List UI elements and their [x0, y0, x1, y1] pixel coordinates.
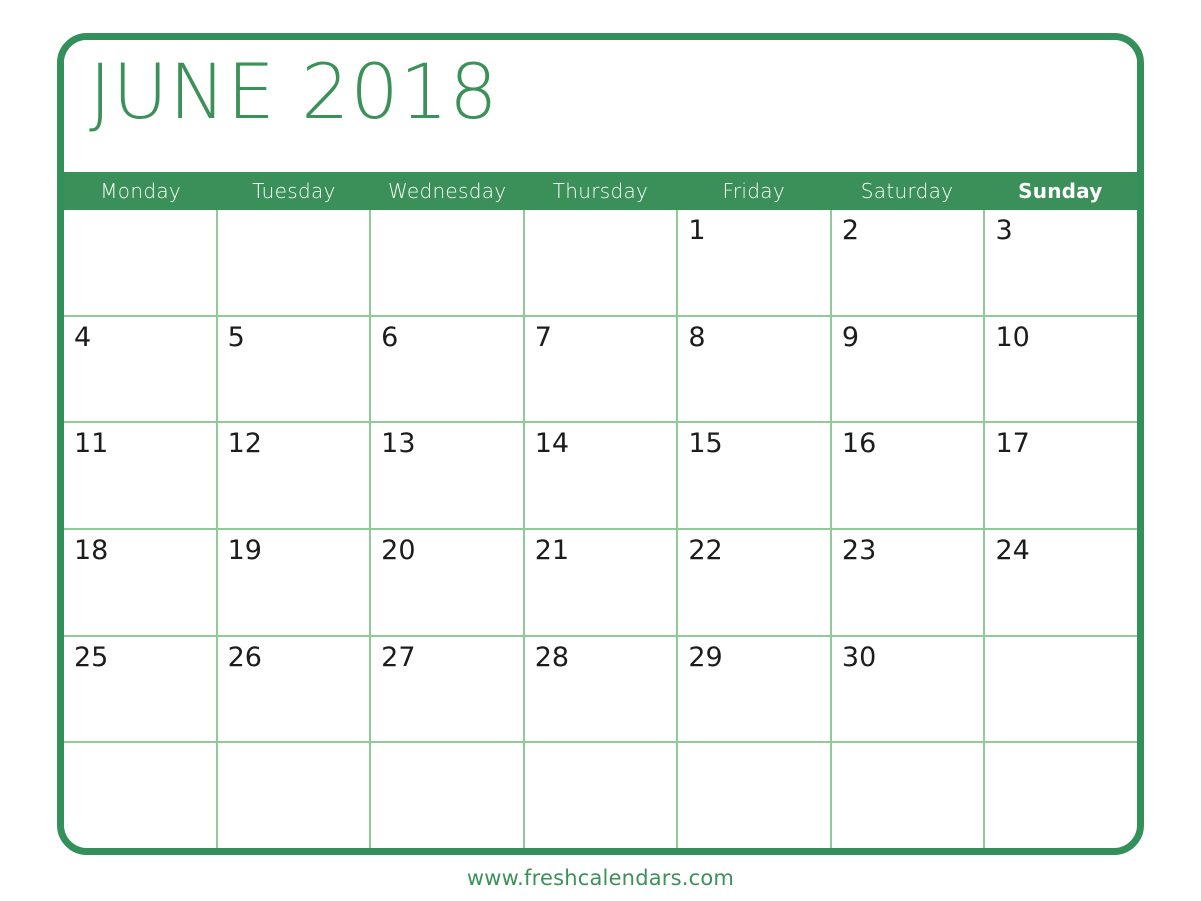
- day-number: 20: [381, 535, 416, 567]
- day-cell-empty[interactable]: [215, 210, 370, 315]
- day-cell[interactable]: 7: [522, 316, 677, 422]
- day-number: 21: [534, 535, 570, 567]
- day-cell[interactable]: 14: [522, 423, 677, 529]
- calendar-week-row: [64, 741, 1137, 848]
- day-number: 7: [534, 321, 552, 353]
- day-cell[interactable]: 17: [983, 423, 1137, 529]
- day-cell[interactable]: 6: [369, 316, 523, 422]
- day-cell[interactable]: 29: [676, 636, 830, 742]
- day-cell-empty[interactable]: [64, 210, 216, 315]
- day-number: 30: [841, 641, 877, 673]
- day-cell-empty[interactable]: [829, 743, 984, 848]
- footer-website[interactable]: www.freshcalendars.com: [0, 866, 1201, 890]
- day-cell[interactable]: 1: [676, 210, 830, 315]
- day-number: 11: [74, 428, 109, 460]
- calendar-week-row: 11 12 13 14 15 16 17: [64, 421, 1137, 529]
- weekday-header-row: Monday Tuesday Wednesday Thursday Friday Satu…: [64, 172, 1137, 210]
- calendar-frame: JUNE 2018 Monday Tuesday Wednesday Thursday…: [57, 33, 1144, 855]
- day-number: 23: [841, 535, 877, 567]
- month-year-title: JUNE 2018: [89, 47, 499, 136]
- weekday-header-thursday: Thursday: [552, 179, 649, 203]
- day-number: 10: [995, 321, 1030, 353]
- day-number: 18: [74, 535, 109, 567]
- calendar-title-band: JUNE 2018: [64, 40, 1137, 172]
- day-number: 3: [995, 215, 1013, 246]
- day-cell-empty[interactable]: [369, 743, 523, 848]
- day-cell[interactable]: 26: [215, 636, 370, 742]
- day-cell[interactable]: 21: [522, 530, 677, 635]
- day-number: 17: [995, 428, 1030, 460]
- day-number: 25: [74, 641, 109, 673]
- day-cell[interactable]: 16: [829, 423, 984, 529]
- day-number: 6: [381, 321, 399, 353]
- day-cell[interactable]: 5: [215, 316, 370, 422]
- calendar-week-row: 1 2 3: [64, 210, 1137, 315]
- day-cell-empty[interactable]: [522, 743, 677, 848]
- day-cell-empty[interactable]: [64, 743, 216, 848]
- day-cell[interactable]: 22: [676, 530, 830, 635]
- day-number: 14: [534, 428, 570, 460]
- day-number: 15: [688, 428, 723, 460]
- day-number: 2: [841, 215, 860, 246]
- calendar-week-row: 4 5 6 7 8 9 10: [64, 314, 1137, 422]
- weekday-header-saturday: Saturday: [860, 179, 954, 203]
- day-number: 26: [227, 641, 262, 673]
- day-number: 24: [995, 535, 1030, 567]
- weekday-header-sunday: Sunday: [1018, 179, 1103, 203]
- day-number: 29: [688, 641, 723, 673]
- day-number: 5: [227, 321, 245, 353]
- calendar-week-row: 18 19 20 21 22 23 24: [64, 528, 1137, 635]
- day-number: 19: [227, 535, 262, 567]
- day-cell[interactable]: 4: [64, 317, 216, 422]
- day-number: 28: [534, 641, 570, 673]
- day-number: 1: [688, 215, 706, 246]
- date-grid: 1 2 3 4 5 6 7 8 9 10 11 12 13 14 15 16 17 18 19 20 21 22 23 24 2…: [64, 210, 1137, 848]
- weekday-header-monday: Monday: [100, 179, 182, 203]
- day-cell[interactable]: 30: [829, 636, 984, 742]
- day-cell[interactable]: 3: [983, 210, 1137, 315]
- day-number: 13: [381, 428, 416, 460]
- day-cell-empty[interactable]: [676, 743, 830, 848]
- day-cell-empty[interactable]: [215, 743, 370, 848]
- day-cell[interactable]: 8: [676, 316, 830, 422]
- day-cell-empty[interactable]: [522, 210, 677, 315]
- day-cell[interactable]: 24: [983, 530, 1137, 635]
- day-number: 27: [381, 641, 416, 673]
- weekday-header-wednesday: Wednesday: [387, 179, 507, 203]
- weekday-header-tuesday: Tuesday: [252, 179, 336, 203]
- day-cell[interactable]: 11: [64, 423, 216, 528]
- day-cell[interactable]: 10: [983, 316, 1137, 422]
- day-cell[interactable]: 27: [369, 636, 523, 742]
- day-number: 22: [688, 535, 723, 567]
- calendar-page: JUNE 2018 Monday Tuesday Wednesday Thursday…: [0, 0, 1201, 901]
- day-cell[interactable]: 25: [64, 637, 216, 742]
- day-cell-empty[interactable]: [983, 743, 1137, 848]
- weekday-header-friday: Friday: [722, 179, 785, 203]
- day-cell-empty[interactable]: [983, 636, 1137, 742]
- calendar-week-row: 25 26 27 28 29 30: [64, 634, 1137, 742]
- day-number: 9: [841, 321, 860, 353]
- day-cell[interactable]: 20: [369, 530, 523, 635]
- day-cell[interactable]: 28: [522, 636, 677, 742]
- day-cell[interactable]: 12: [215, 423, 370, 529]
- day-cell[interactable]: 18: [64, 530, 216, 635]
- day-cell[interactable]: 23: [829, 530, 984, 635]
- day-cell[interactable]: 2: [829, 210, 984, 315]
- day-cell[interactable]: 13: [369, 423, 523, 529]
- day-cell[interactable]: 9: [829, 316, 984, 422]
- day-number: 8: [688, 321, 706, 353]
- day-number: 4: [74, 321, 92, 353]
- day-cell-empty[interactable]: [369, 210, 523, 315]
- day-cell[interactable]: 15: [676, 423, 830, 529]
- day-cell[interactable]: 19: [215, 530, 370, 635]
- day-number: 16: [841, 428, 877, 460]
- day-number: 12: [227, 428, 262, 460]
